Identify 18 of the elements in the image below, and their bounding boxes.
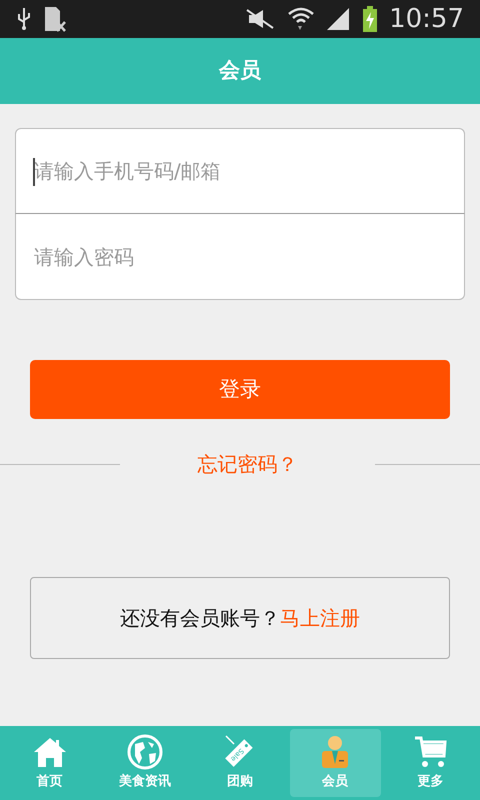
nav-tab[interactable]: 美食资讯 [99,729,190,797]
usb-icon [16,7,32,31]
wifi-icon [287,6,316,32]
page-title: 会员 [219,57,261,84]
account-field[interactable]: 请输入手机号码/邮箱 [15,128,465,214]
nav-tab[interactable]: 会员 [290,729,381,797]
clock: 10:57 [389,6,464,32]
register-prompt: 还没有会员账号？ [120,605,280,632]
nav-tab[interactable]: 首页 [4,729,96,797]
forgot-password-link[interactable]: 忘记密码？ [120,449,375,479]
mute-icon [245,8,276,30]
password-field[interactable]: 请输入密码 [15,214,465,300]
globe-icon [126,734,163,770]
sim-card-icon [44,6,66,32]
nav-tab[interactable]: 更多 [384,729,476,797]
signal-icon [327,8,352,30]
register-link[interactable]: 马上注册 [280,603,360,633]
login-button[interactable]: 登录 [30,360,450,419]
